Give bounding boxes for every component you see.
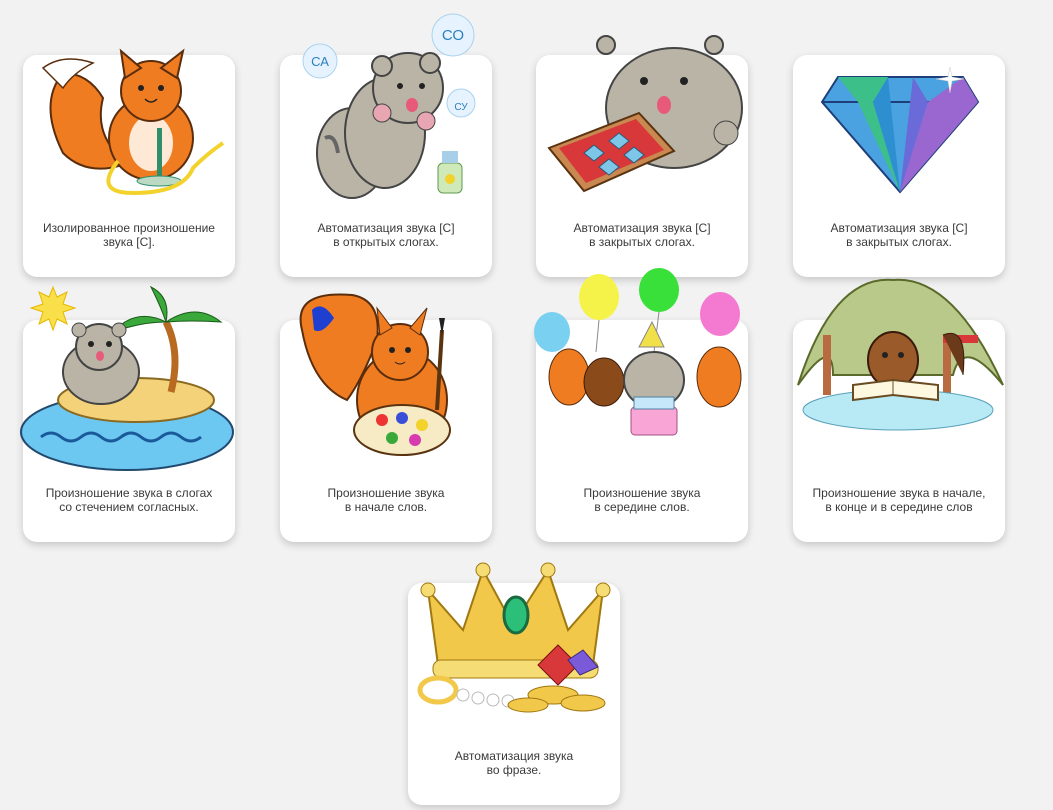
exercise-card-consonant-clusters[interactable]: Произношение звука в слогах со стечением … (20, 285, 235, 542)
beaver-reading-illustration (797, 278, 1004, 431)
diamond-illustration (820, 66, 980, 194)
bubble-sa: СА (311, 54, 329, 69)
bubble-so: СО (441, 27, 465, 44)
card-caption: Произношение звука в слогах со стечением … (45, 486, 213, 514)
exercise-card-closed-syllables-2[interactable]: Автоматизация звука [С] в закрытых слогах… (793, 55, 1005, 277)
exercise-card-word-start[interactable]: Произношение звука в начале слов. (280, 293, 492, 542)
squirrel-painter-illustration (299, 293, 451, 456)
cat-with-gem-box-illustration (547, 35, 743, 193)
exercise-card-phrase[interactable]: Автоматизация звука во фразе. (408, 562, 620, 805)
card-caption: Произношение звука в начале слов. (327, 486, 445, 514)
card-caption: Произношение звука в начале, в конце и в … (812, 486, 986, 514)
bubble-su: СУ (454, 102, 468, 113)
exercise-card-word-all-positions[interactable]: Произношение звука в начале, в конце и в … (793, 278, 1005, 542)
card-caption: Автоматизация звука [С] в закрытых слогах… (830, 221, 968, 249)
card-caption: Произношение звука в середине слов. (583, 486, 701, 514)
card-caption: Автоматизация звука [С] в открытых слогах… (317, 221, 455, 249)
fox-with-pump-illustration (41, 48, 225, 196)
exercise-card-isolated[interactable]: Изолированное произношение звука [С]. (23, 48, 235, 277)
exercise-card-word-middle[interactable]: Произношение звука в середине слов. (534, 268, 748, 542)
card-caption: Изолированное произношение звука [С]. (43, 221, 215, 249)
exercise-card-open-syllables[interactable]: СА СО СУ Автоматизация звука [С] в открыт… (280, 13, 492, 277)
card-caption: Автоматизация звука [С] в закрытых слогах… (573, 221, 711, 249)
party-animals-illustration (534, 268, 742, 436)
exercise-card-closed-syllables[interactable]: Автоматизация звука [С] в закрытых слогах… (536, 35, 748, 277)
card-caption: Автоматизация звука во фразе. (454, 749, 574, 777)
cat-on-island-illustration (20, 285, 234, 471)
crown-treasure-illustration (417, 562, 611, 713)
